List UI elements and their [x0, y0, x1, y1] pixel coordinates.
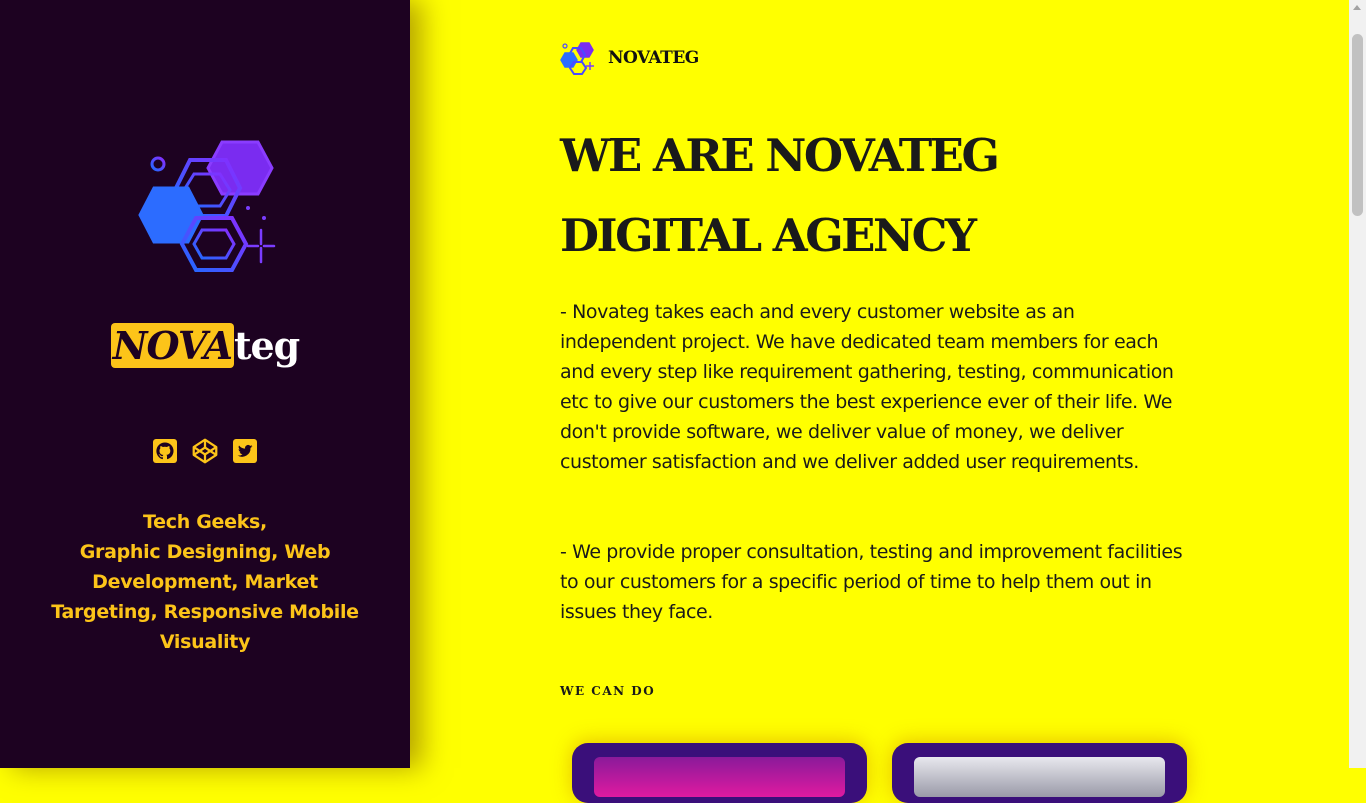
service-card-image [594, 757, 845, 797]
brand-highlight: NOVA [110, 323, 234, 368]
hexagon-cluster-mini-logo [560, 42, 594, 75]
tagline-line-1: Tech Geeks, [143, 511, 267, 533]
brand-wordmark: NOVAteg [0, 322, 410, 370]
tagline-line-2: Graphic Designing, Web Development, Mark… [51, 541, 359, 653]
hexagon-cluster-logo [138, 140, 276, 272]
scrollbar-thumb[interactable] [1352, 34, 1363, 216]
service-card-image [914, 757, 1165, 797]
twitter-icon[interactable] [232, 438, 258, 464]
header-brand[interactable]: NOVATEG [560, 40, 699, 76]
sidebar: NOVAteg Tech Geeks, Graphic Designing, W… [0, 0, 410, 768]
header-brand-name: NOVATEG [608, 48, 699, 68]
service-card[interactable] [892, 743, 1187, 803]
brand-rest: teg [233, 323, 300, 368]
main-content: NOVATEG WE ARE NOVATEG DIGITAL AGENCY - … [410, 0, 1349, 803]
page-scrollbar[interactable] [1349, 0, 1366, 768]
codepen-icon[interactable] [192, 438, 218, 464]
intro-paragraph-1: - Novateg takes each and every customer … [560, 301, 1174, 473]
section-heading-we-can-do: WE CAN DO [560, 684, 656, 698]
tagline: Tech Geeks, Graphic Designing, Web Devel… [40, 507, 370, 657]
service-cards [572, 743, 1187, 803]
github-icon[interactable] [152, 438, 178, 464]
intro-paragraph-2: - We provide proper consultation, testin… [560, 541, 1183, 623]
service-card[interactable] [572, 743, 867, 803]
scroll-up-arrow-icon[interactable] [1353, 5, 1361, 10]
page-headline: WE ARE NOVATEG DIGITAL AGENCY [560, 129, 1000, 262]
social-links [0, 438, 410, 464]
